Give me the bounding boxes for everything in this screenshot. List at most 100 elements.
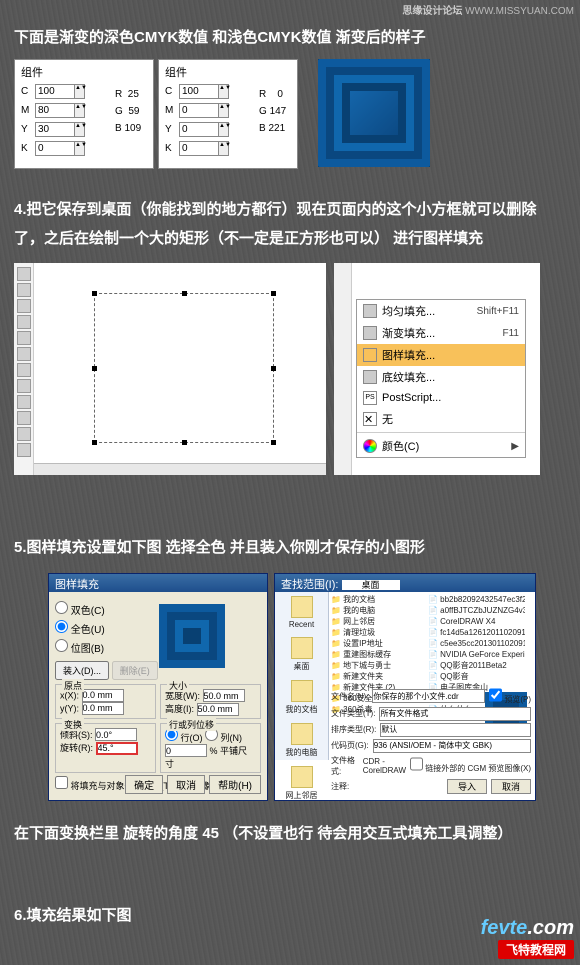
import-button[interactable]: 导入 [447, 779, 487, 794]
spinner-icon[interactable]: ▲▼ [219, 84, 229, 99]
preview-checkbox[interactable] [489, 688, 502, 702]
documents-icon [291, 680, 313, 702]
tool-icon[interactable] [17, 411, 31, 425]
desktop-place[interactable]: 桌面 [275, 633, 328, 676]
file-item[interactable]: 📄 QQ影音 [428, 671, 525, 682]
documents-place[interactable]: 我的文档 [275, 676, 328, 719]
filename-input[interactable] [372, 689, 485, 703]
network-place[interactable]: 网上邻居 [275, 762, 328, 805]
light-k-input[interactable] [179, 141, 219, 156]
tool-icon[interactable] [17, 395, 31, 409]
file-item[interactable]: 📄 bb2b82092432547ec3f23d... [428, 594, 525, 605]
dialog-title: 图样填充 [49, 574, 267, 592]
tool-icon[interactable] [17, 331, 31, 345]
file-item[interactable]: 📄 fc14d5a126120110209195d... [428, 627, 525, 638]
file-item[interactable]: 📄 c5ee35cc20130110209195... [428, 638, 525, 649]
import-file-dialog[interactable]: 查找范围(I): 桌面 Recent 桌面 我的文档 我的电脑 网上邻居 📁 我… [274, 573, 536, 801]
dark-y-input[interactable] [35, 122, 75, 137]
computer-icon [291, 723, 313, 745]
file-item[interactable]: 📄 QQ影音2011Beta2 [428, 660, 525, 671]
tool-icon[interactable] [17, 283, 31, 297]
file-item[interactable]: 📁 重建图标缓存 [331, 649, 428, 660]
link-cgm-checkbox[interactable] [410, 757, 423, 771]
tool-icon[interactable] [17, 379, 31, 393]
file-item[interactable]: 📁 清理垃圾 [331, 627, 428, 638]
light-y-input[interactable] [179, 122, 219, 137]
menu-pattern-fill[interactable]: 图样填充... [357, 344, 525, 366]
light-c-input[interactable] [179, 84, 219, 99]
file-item[interactable]: 📁 我的电脑 [331, 605, 428, 616]
tool-icon[interactable] [17, 267, 31, 281]
light-m-input[interactable] [179, 103, 219, 118]
cancel-import-button[interactable]: 取消 [491, 779, 531, 794]
panel-title: 组件 [165, 64, 291, 80]
tool-icon[interactable] [17, 347, 31, 361]
file-item[interactable]: 📁 网上邻居 [331, 616, 428, 627]
spinner-icon[interactable]: ▲▼ [75, 103, 85, 118]
tile-offset-input[interactable] [165, 744, 207, 757]
file-item[interactable]: 📁 设置IP地址 [331, 638, 428, 649]
cmyk-dark-panel: 组件 C▲▼ M▲▼ Y▲▼ K▲▼ R 25 G 59 B 109 [14, 59, 154, 169]
toolbox[interactable] [14, 263, 34, 475]
postscript-icon: PS [363, 391, 377, 405]
tool-icon[interactable] [17, 363, 31, 377]
tool-icon[interactable] [17, 443, 31, 457]
menu-color[interactable]: 颜色(C)▶ [357, 435, 525, 457]
texture-fill-icon [363, 370, 377, 384]
full-color-radio[interactable] [55, 620, 68, 633]
pattern-preview[interactable] [159, 604, 225, 668]
spinner-icon[interactable]: ▲▼ [219, 103, 229, 118]
skew-input[interactable] [95, 728, 137, 741]
two-color-radio[interactable] [55, 601, 68, 614]
tool-icon[interactable] [17, 315, 31, 329]
menu-fountain-fill[interactable]: 渐变填充...F11 [357, 322, 525, 344]
cancel-button[interactable]: 取消 [167, 775, 205, 794]
filetype-select[interactable] [379, 707, 531, 721]
spinner-icon[interactable]: ▲▼ [219, 122, 229, 137]
load-button[interactable]: 装入(D)... [55, 661, 109, 680]
dark-k-input[interactable] [35, 141, 75, 156]
dark-c-input[interactable] [35, 84, 75, 99]
codepage-select[interactable] [373, 739, 531, 753]
origin-x-input[interactable] [82, 689, 124, 702]
import-dialog-title: 查找范围(I): 桌面 [275, 574, 535, 592]
file-item[interactable]: 📄 CorelDRAW X4 [428, 616, 525, 627]
file-item[interactable]: 📁 新建文件夹 [331, 671, 428, 682]
sort-select[interactable] [380, 723, 531, 737]
bitmap-radio[interactable] [55, 639, 68, 652]
pattern-type-group[interactable]: 双色(C) 全色(U) 位图(B) [55, 601, 261, 655]
spinner-icon[interactable]: ▲▼ [75, 141, 85, 156]
recent-place[interactable]: Recent [275, 592, 328, 633]
coreldraw-canvas: ✕ [14, 263, 326, 475]
spinner-icon[interactable]: ▲▼ [75, 84, 85, 99]
file-item[interactable]: 📁 地下城与勇士 [331, 660, 428, 671]
desktop-icon [291, 637, 313, 659]
fountain-fill-icon [363, 326, 377, 340]
tool-icon[interactable] [17, 427, 31, 441]
width-input[interactable] [203, 689, 245, 702]
rotate-input[interactable] [96, 742, 138, 755]
file-item[interactable]: 📄 NVIDIA GeForce Experience [428, 649, 525, 660]
places-bar[interactable]: Recent 桌面 我的文档 我的电脑 网上邻居 [275, 592, 329, 760]
height-input[interactable] [197, 703, 239, 716]
fill-context-menu[interactable]: 均匀填充...Shift+F11 渐变填充...F11 图样填充... 底纹填充… [356, 299, 526, 458]
dark-m-input[interactable] [35, 103, 75, 118]
menu-no-fill[interactable]: ✕无 [357, 408, 525, 430]
menu-uniform-fill[interactable]: 均匀填充...Shift+F11 [357, 300, 525, 322]
tool-icon[interactable] [17, 299, 31, 313]
ok-button[interactable]: 确定 [125, 775, 163, 794]
spinner-icon[interactable]: ▲▼ [219, 141, 229, 156]
delete-button[interactable]: 删除(E) [112, 661, 158, 680]
fill-flyout-screenshot: 均匀填充...Shift+F11 渐变填充...F11 图样填充... 底纹填充… [334, 263, 540, 475]
spinner-icon[interactable]: ▲▼ [75, 122, 85, 137]
menu-texture-fill[interactable]: 底纹填充... [357, 366, 525, 388]
pattern-fill-dialog[interactable]: 图样填充 双色(C) 全色(U) 位图(B) 装入(D)... 删除(E) 原点… [48, 573, 268, 801]
selected-rectangle[interactable]: ✕ [94, 293, 274, 443]
menu-postscript-fill[interactable]: PSPostScript... [357, 388, 525, 408]
file-item[interactable]: 📁 我的文档 [331, 594, 428, 605]
help-button[interactable]: 帮助(H) [209, 775, 261, 794]
origin-y-input[interactable] [82, 702, 124, 715]
computer-place[interactable]: 我的电脑 [275, 719, 328, 762]
file-item[interactable]: 📄 a0ffBJTCZbJUZNZG4v3f.t... [428, 605, 525, 616]
transform-with-object-checkbox[interactable] [55, 776, 68, 789]
